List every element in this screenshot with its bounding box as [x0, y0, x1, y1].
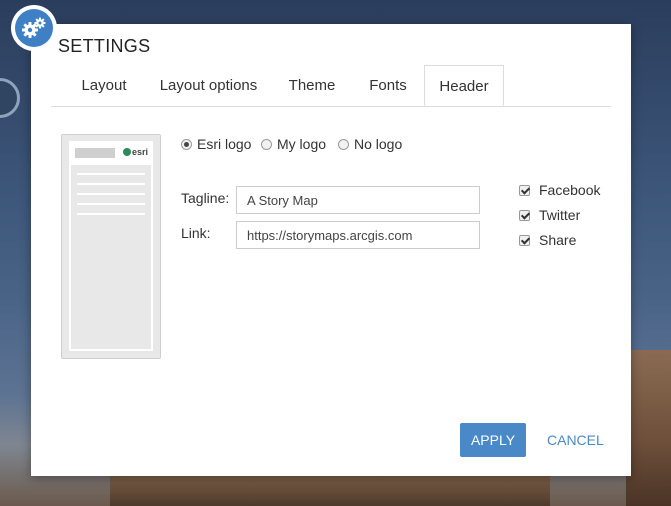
radio-indicator[interactable]	[181, 138, 192, 150]
radio-no-logo[interactable]: No logo	[338, 136, 402, 152]
tab-layout-options[interactable]: Layout options	[151, 65, 266, 106]
background-building-base	[110, 476, 550, 506]
preview-title-placeholder	[75, 148, 115, 158]
radio-indicator[interactable]	[261, 138, 272, 150]
tagline-label: Tagline:	[181, 190, 230, 206]
background-circle	[0, 78, 20, 118]
checkbox-label: Twitter	[539, 207, 581, 223]
settings-dialog: SETTINGS Layout Layout options Theme Fon…	[31, 24, 631, 476]
gears-icon	[15, 9, 53, 47]
preview-line	[77, 203, 145, 205]
preview-line	[77, 213, 145, 215]
cancel-button[interactable]: CANCEL	[547, 423, 604, 457]
preview-line	[77, 183, 145, 185]
checkbox-label: Facebook	[539, 182, 601, 198]
preview-line	[77, 173, 145, 175]
tab-layout[interactable]: Layout	[69, 65, 139, 106]
tab-header[interactable]: Header	[424, 65, 504, 106]
link-input[interactable]	[236, 221, 480, 249]
checkbox-share[interactable]: Share	[519, 232, 576, 248]
settings-badge	[11, 5, 57, 51]
radio-my-logo[interactable]: My logo	[261, 136, 326, 152]
checkbox-twitter[interactable]: Twitter	[519, 207, 580, 223]
checkbox-indicator[interactable]	[519, 209, 530, 221]
preview-frame: esri	[69, 141, 153, 351]
checkbox-label: Share	[539, 232, 577, 248]
radio-label: Esri logo	[197, 136, 252, 152]
globe-icon	[123, 148, 131, 156]
checkbox-facebook[interactable]: Facebook	[519, 182, 600, 198]
preview-line	[77, 193, 145, 195]
tab-fonts[interactable]: Fonts	[357, 65, 419, 106]
radio-label: My logo	[277, 136, 327, 152]
preview-header: esri	[71, 143, 151, 165]
background-building	[626, 350, 671, 506]
radio-esri-logo[interactable]: Esri logo	[181, 136, 251, 152]
radio-label: No logo	[354, 136, 403, 152]
checkbox-indicator[interactable]	[519, 234, 530, 246]
tab-bar: Layout Layout options Theme Fonts Header	[51, 65, 611, 107]
preview-logo-text: esri	[132, 147, 149, 157]
apply-button[interactable]: APPLY	[460, 423, 526, 457]
checkbox-indicator[interactable]	[519, 184, 530, 196]
dialog-title: SETTINGS	[58, 36, 151, 56]
preview-logo: esri	[123, 147, 148, 157]
tagline-input[interactable]	[236, 186, 480, 214]
header-preview: esri	[61, 134, 161, 359]
tab-theme[interactable]: Theme	[277, 65, 347, 106]
radio-indicator[interactable]	[338, 138, 349, 150]
link-label: Link:	[181, 225, 211, 241]
